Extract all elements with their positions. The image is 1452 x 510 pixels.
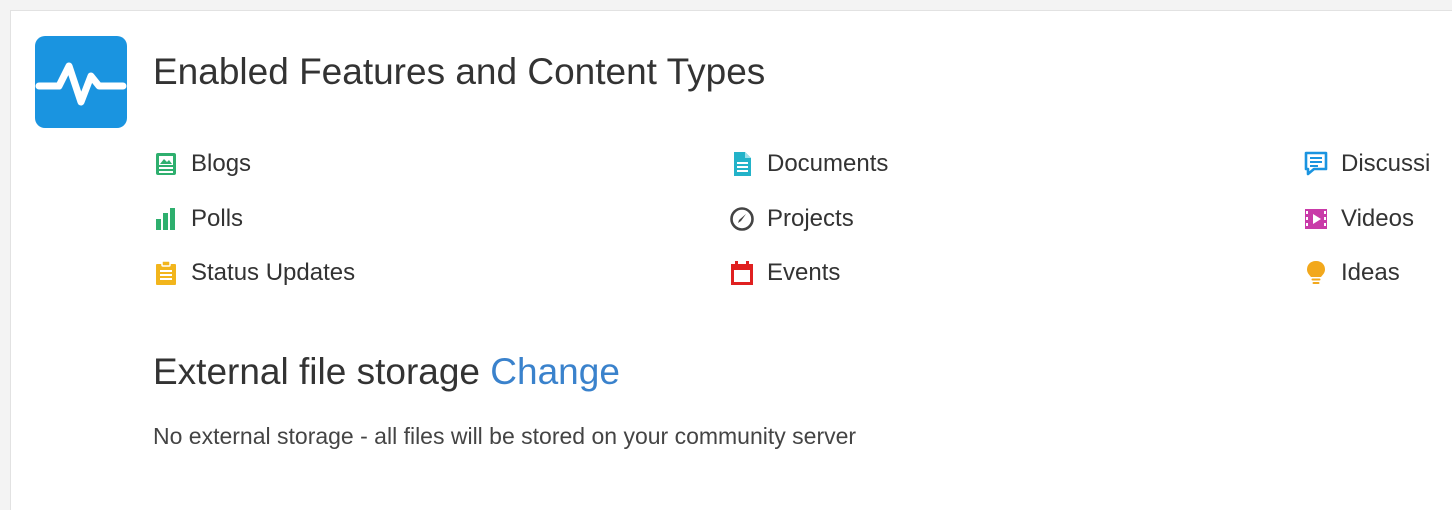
document-icon — [729, 151, 755, 177]
feature-label: Blogs — [191, 150, 252, 177]
storage-title: External file storage — [153, 351, 481, 392]
feature-ideas[interactable]: Ideas — [1303, 258, 1400, 288]
feature-label: Ideas — [1341, 259, 1400, 286]
blog-icon — [153, 151, 179, 177]
storage-description: No external storage - all files will be … — [153, 423, 857, 449]
idea-icon — [1303, 260, 1329, 286]
feature-documents[interactable]: Documents — [729, 149, 888, 179]
feature-label: Projects — [767, 205, 854, 232]
feature-blogs[interactable]: Blogs — [153, 149, 251, 179]
feature-label: Status Updates — [191, 259, 356, 286]
change-storage-link[interactable]: Change — [490, 351, 620, 392]
project-icon — [729, 206, 755, 232]
feature-events[interactable]: Events — [729, 258, 840, 288]
feature-polls[interactable]: Polls — [153, 204, 243, 234]
event-icon — [729, 260, 755, 286]
discussion-icon — [1303, 151, 1329, 177]
feature-label: Documents — [767, 150, 889, 177]
feature-videos[interactable]: Videos — [1303, 204, 1414, 234]
feature-label: Events — [767, 259, 841, 286]
storage-heading: External file storage Change — [153, 351, 620, 393]
features-panel: Enabled Features and Content Types Blogs — [10, 10, 1452, 510]
poll-icon — [153, 206, 179, 232]
section-title: Enabled Features and Content Types — [153, 51, 766, 92]
feature-discussions[interactable]: Discussi — [1303, 149, 1430, 179]
feature-label: Discussi — [1341, 150, 1431, 177]
activity-pulse-icon — [35, 36, 127, 128]
feature-label: Polls — [191, 205, 244, 232]
feature-projects[interactable]: Projects — [729, 204, 854, 234]
video-icon — [1303, 206, 1329, 232]
status-update-icon — [153, 260, 179, 286]
feature-status-updates[interactable]: Status Updates — [153, 258, 355, 288]
feature-list: Blogs Documents Discussi Polls Projects … — [153, 135, 1452, 300]
feature-label: Videos — [1341, 205, 1414, 232]
